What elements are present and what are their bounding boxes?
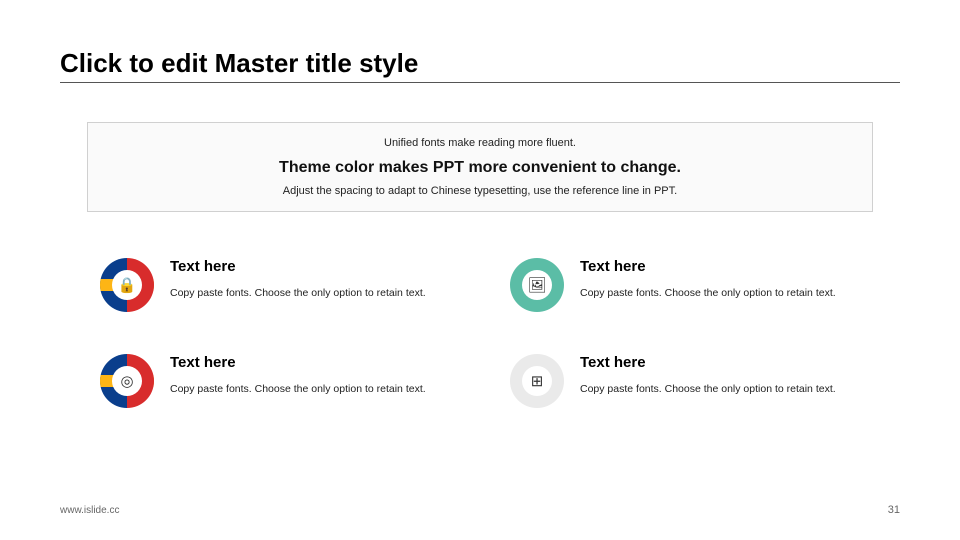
item-2: 🖼 Text here Copy paste fonts. Choose the… bbox=[510, 258, 880, 312]
info-line-2: Theme color makes PPT more convenient to… bbox=[88, 159, 872, 177]
item-4: ⊞ Text here Copy paste fonts. Choose the… bbox=[510, 354, 880, 408]
items-grid: 🔒 Text here Copy paste fonts. Choose the… bbox=[100, 258, 880, 408]
item-4-desc: Copy paste fonts. Choose the only option… bbox=[580, 383, 836, 395]
item-1-title: Text here bbox=[170, 258, 426, 275]
page-number: 31 bbox=[888, 504, 900, 516]
windows-glyph: ⊞ bbox=[531, 374, 544, 389]
footer-url: www.islide.cc bbox=[60, 505, 119, 516]
lock-glyph: 🔒 bbox=[118, 278, 137, 293]
item-2-title: Text here bbox=[580, 258, 836, 275]
broadcast-glyph: ◎ bbox=[120, 374, 133, 389]
item-3-desc: Copy paste fonts. Choose the only option… bbox=[170, 383, 426, 395]
item-2-desc: Copy paste fonts. Choose the only option… bbox=[580, 287, 836, 299]
item-3-title: Text here bbox=[170, 354, 426, 371]
windows-icon: ⊞ bbox=[510, 354, 564, 408]
master-title[interactable]: Click to edit Master title style bbox=[60, 48, 418, 79]
item-1-desc: Copy paste fonts. Choose the only option… bbox=[170, 287, 426, 299]
item-1: 🔒 Text here Copy paste fonts. Choose the… bbox=[100, 258, 470, 312]
info-line-1: Unified fonts make reading more fluent. bbox=[88, 137, 872, 149]
info-box: Unified fonts make reading more fluent. … bbox=[87, 122, 873, 212]
info-line-3: Adjust the spacing to adapt to Chinese t… bbox=[88, 185, 872, 197]
item-4-title: Text here bbox=[580, 354, 836, 371]
item-3: ◎ Text here Copy paste fonts. Choose the… bbox=[100, 354, 470, 408]
image-glyph: 🖼 bbox=[527, 278, 546, 293]
lock-icon: 🔒 bbox=[100, 258, 154, 312]
slide: Click to edit Master title style Unified… bbox=[0, 0, 960, 540]
title-underline bbox=[60, 82, 900, 83]
image-icon: 🖼 bbox=[510, 258, 564, 312]
broadcast-icon: ◎ bbox=[100, 354, 154, 408]
